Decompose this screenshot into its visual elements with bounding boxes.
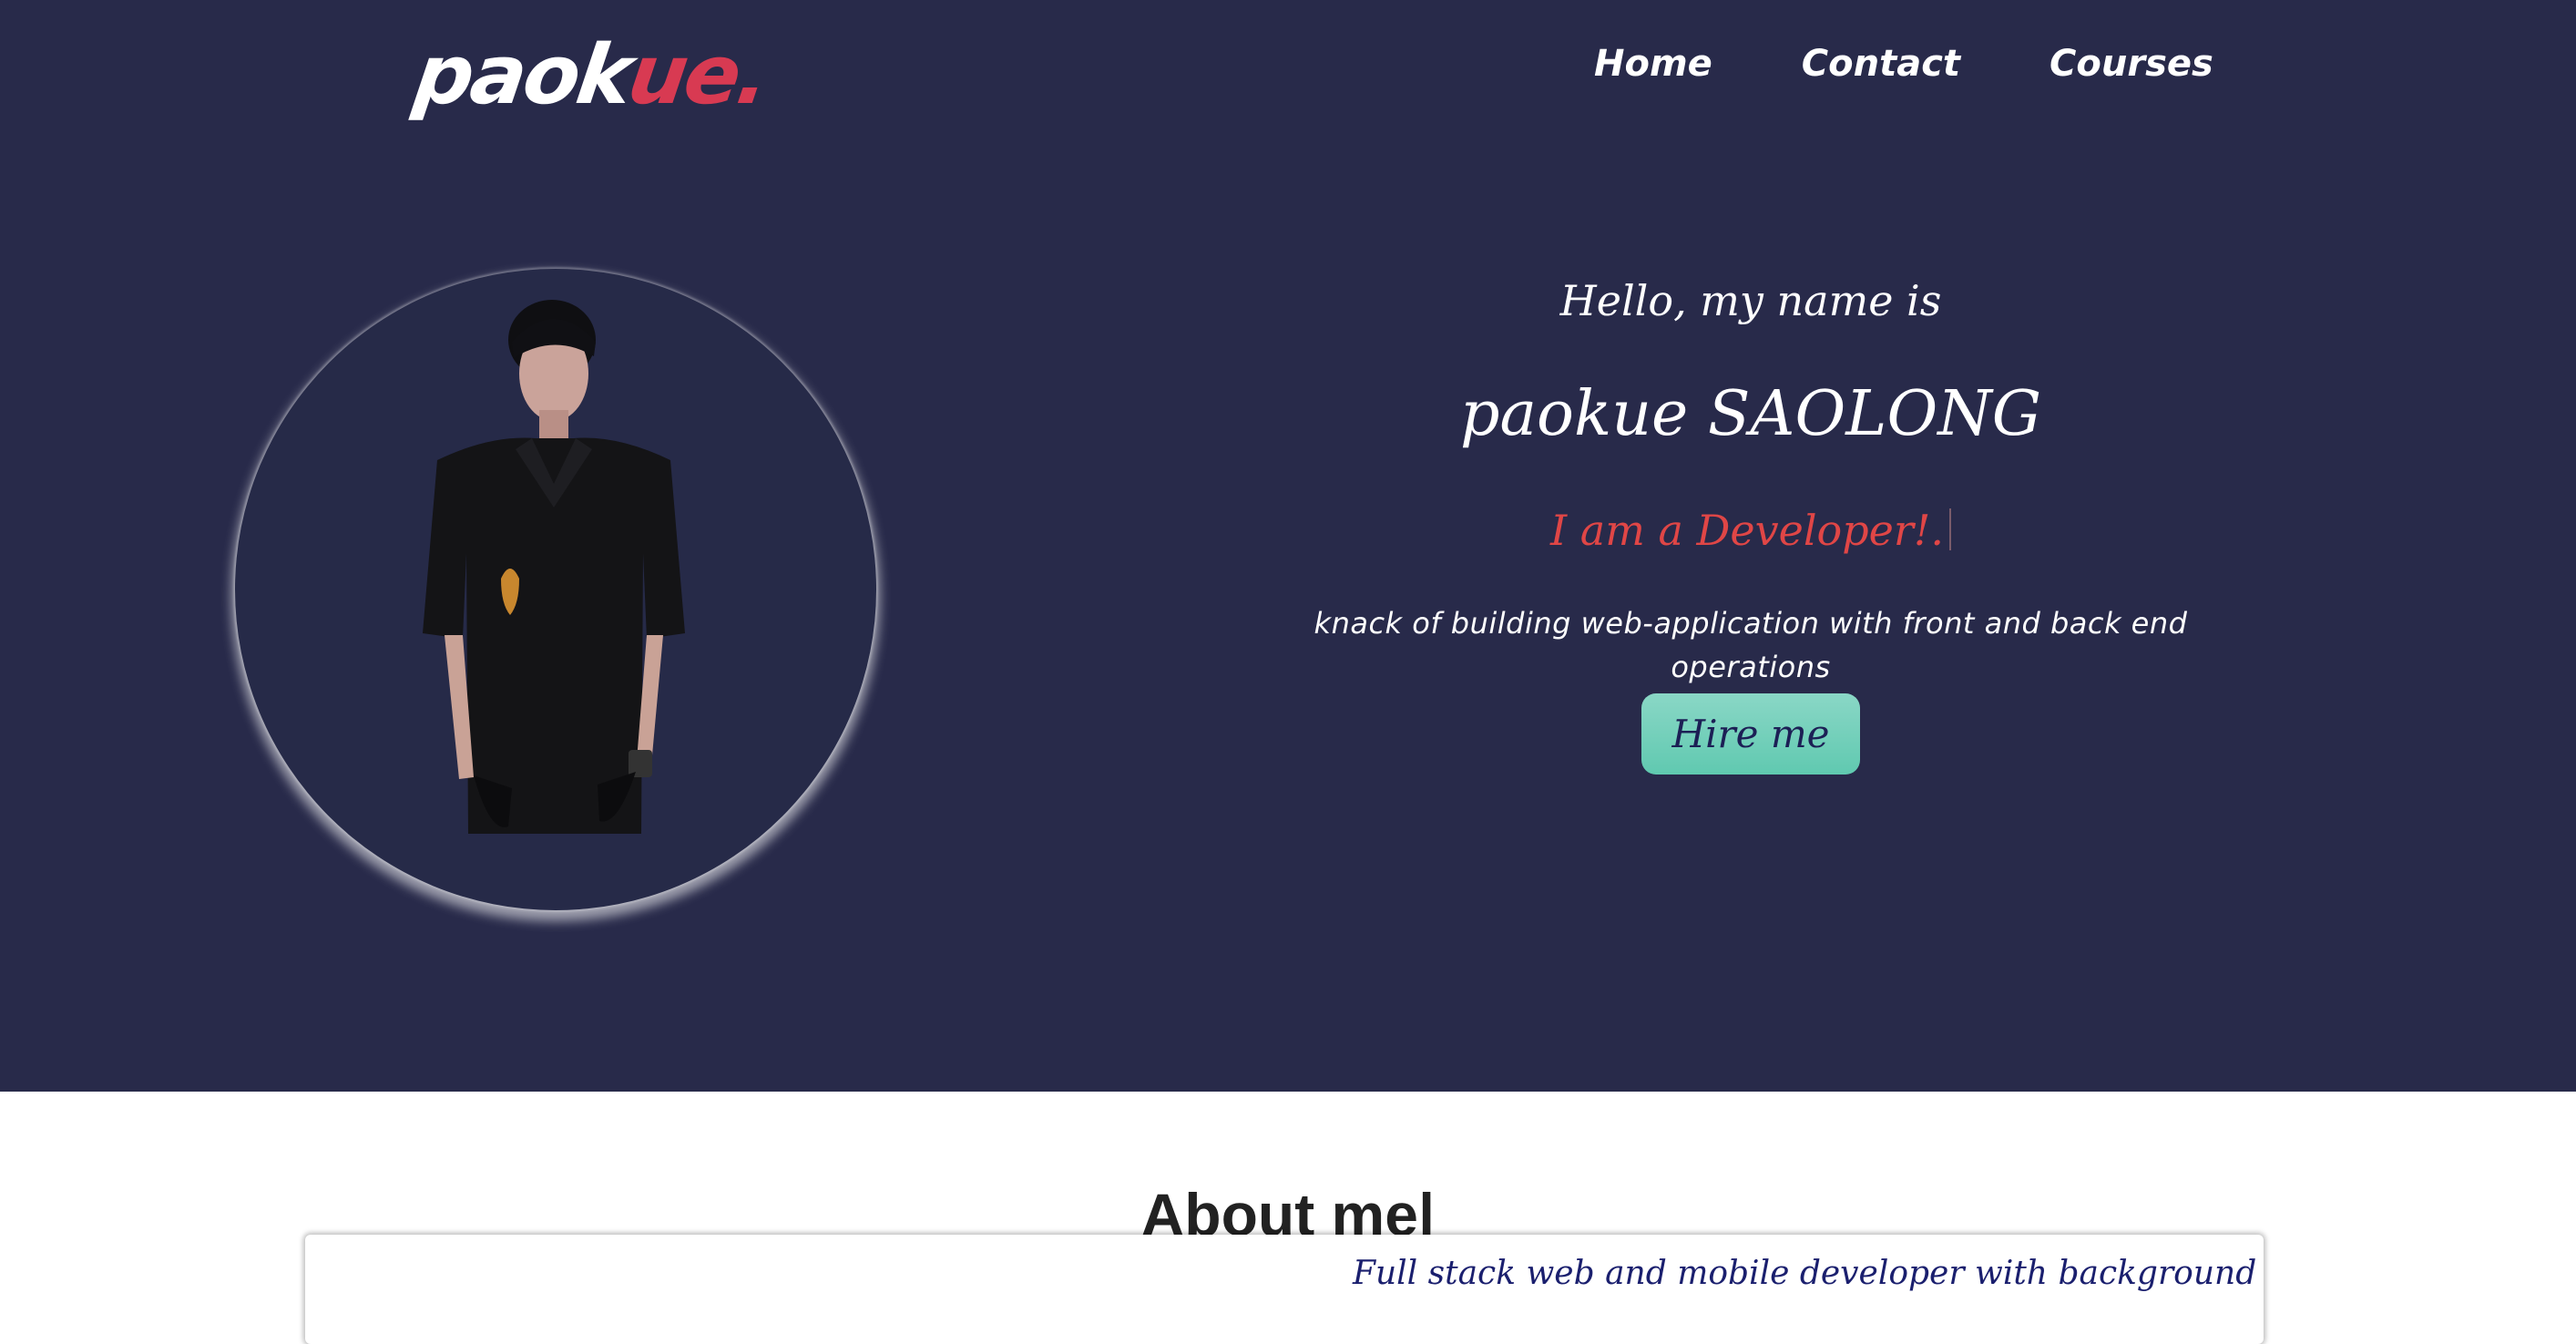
nav-link-courses[interactable]: Courses bbox=[2050, 36, 2213, 91]
hero-name: paokue SAOLONG bbox=[1459, 378, 2042, 450]
hire-me-button[interactable]: Hire me bbox=[1641, 693, 1860, 775]
about-card: Full stack web and mobile developer with… bbox=[305, 1235, 2264, 1344]
hero-tagline: knack of building web-application with f… bbox=[1314, 606, 2188, 684]
hero-greeting: Hello, my name is bbox=[1559, 276, 1942, 325]
logo-accent-text: ue. bbox=[622, 27, 773, 123]
profile-photo bbox=[235, 269, 876, 910]
typing-cursor bbox=[1949, 508, 1951, 550]
hero-section: paokue. Home Contact Courses Hello, my n… bbox=[0, 0, 2576, 1092]
site-logo[interactable]: paokue. bbox=[407, 16, 774, 135]
logo-text: paok bbox=[408, 27, 637, 123]
nav-link-contact[interactable]: Contact bbox=[1802, 36, 1960, 91]
hero-role-text: I am a Developer!. bbox=[1550, 506, 1944, 555]
about-text: Full stack web and mobile developer with… bbox=[1353, 1255, 2264, 1292]
profile-photo-figure bbox=[423, 300, 685, 834]
nav-link-home[interactable]: Home bbox=[1594, 36, 1712, 91]
main-nav: Home Contact Courses bbox=[1594, 36, 2303, 91]
hero-role: I am a Developer!. bbox=[1275, 503, 2226, 558]
